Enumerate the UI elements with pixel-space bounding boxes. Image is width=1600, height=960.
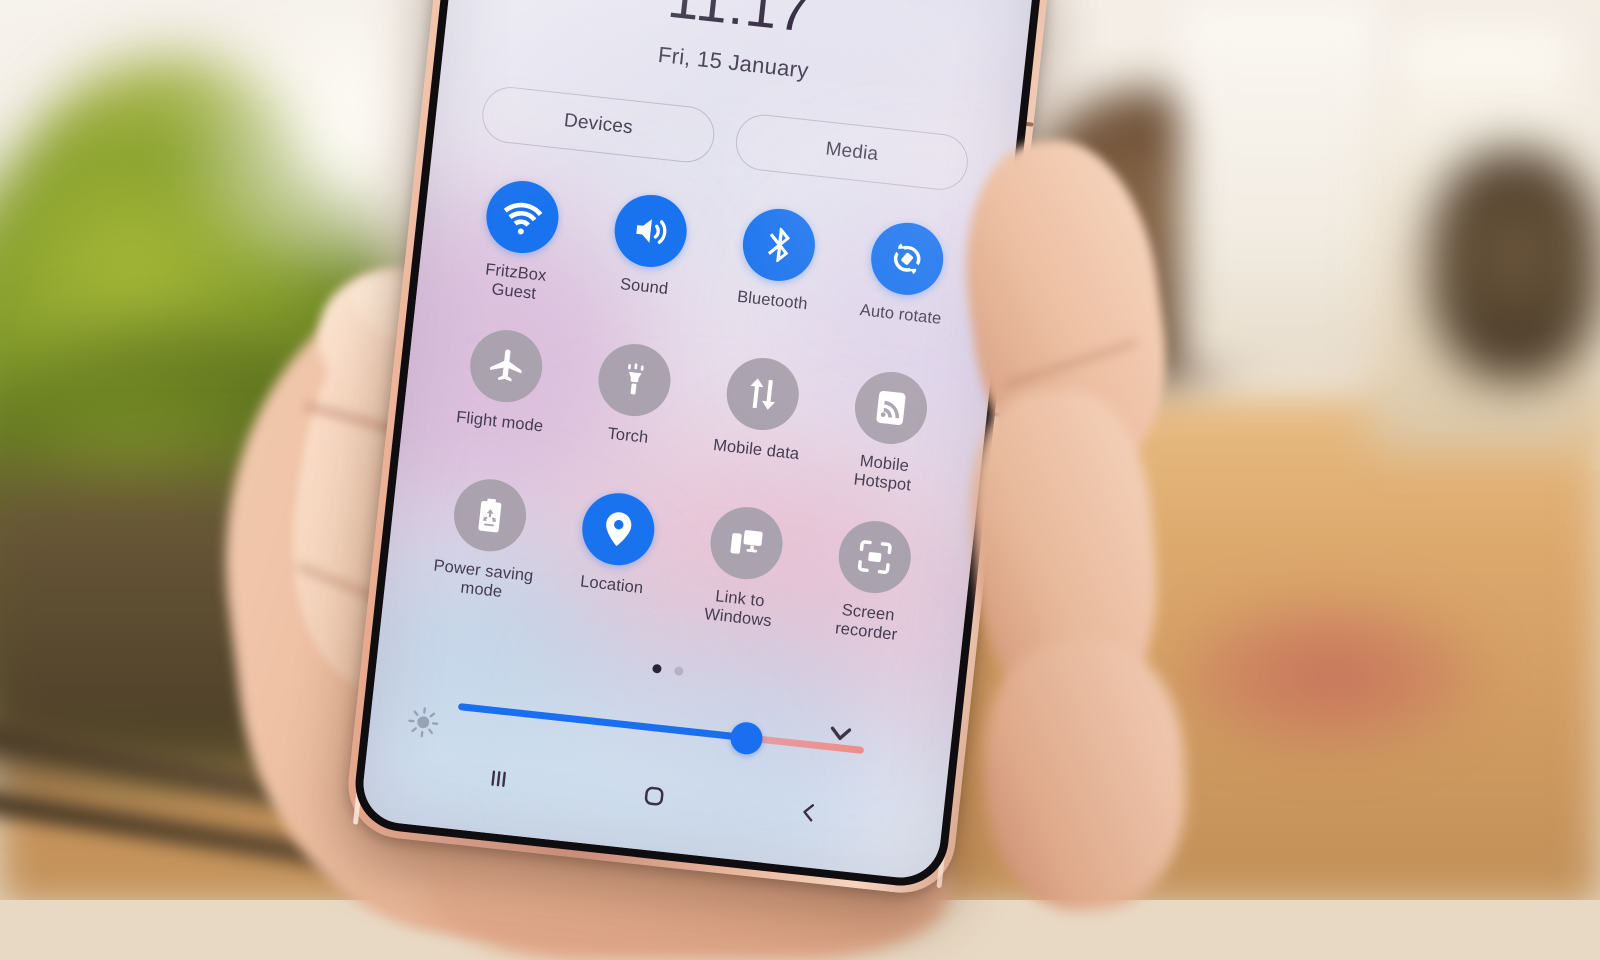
qs-tile-flight-mode[interactable]: Flight mode bbox=[436, 324, 569, 458]
qs-tile-sound[interactable]: Sound bbox=[581, 189, 714, 323]
phone-screen[interactable]: 11:17 Fri, 15 January Devices Media Frit… bbox=[359, 0, 1036, 882]
power-saving-icon[interactable] bbox=[450, 475, 529, 554]
recents-icon[interactable] bbox=[468, 753, 529, 805]
qs-tile-location[interactable]: Location bbox=[548, 487, 681, 621]
wifi-icon[interactable] bbox=[482, 177, 561, 256]
chevron-down-icon[interactable] bbox=[822, 715, 859, 752]
brightness-slider-handle[interactable] bbox=[728, 721, 763, 756]
qs-tile-label: FritzBox Guest bbox=[459, 258, 571, 308]
sound-icon[interactable] bbox=[611, 191, 690, 270]
qs-tile-label: Location bbox=[579, 572, 644, 598]
page-dot-2[interactable] bbox=[673, 666, 683, 676]
page-dot-1[interactable] bbox=[651, 664, 661, 674]
qs-tile-power-saving-mode[interactable]: Power saving mode bbox=[420, 473, 553, 607]
location-pin-icon[interactable] bbox=[578, 489, 657, 568]
background-red-reflection bbox=[1180, 600, 1480, 750]
qs-tile-torch[interactable]: Torch bbox=[565, 338, 698, 472]
torch-icon[interactable] bbox=[594, 340, 673, 419]
smartphone: 11:17 Fri, 15 January Devices Media Frit… bbox=[343, 0, 1053, 898]
home-icon[interactable] bbox=[623, 770, 684, 822]
qs-tile-fritzbox-guest[interactable]: FritzBox Guest bbox=[453, 175, 586, 309]
qs-tile-label: Flight mode bbox=[455, 408, 544, 437]
qs-tile-label: Torch bbox=[606, 424, 649, 448]
background-candle bbox=[1180, 0, 1380, 380]
qs-tile-label: Sound bbox=[619, 275, 669, 300]
background-twig bbox=[1430, 150, 1600, 380]
back-chevron-icon[interactable] bbox=[778, 787, 839, 839]
brightness-sun-icon bbox=[405, 704, 442, 741]
airplane-icon[interactable] bbox=[466, 326, 545, 405]
